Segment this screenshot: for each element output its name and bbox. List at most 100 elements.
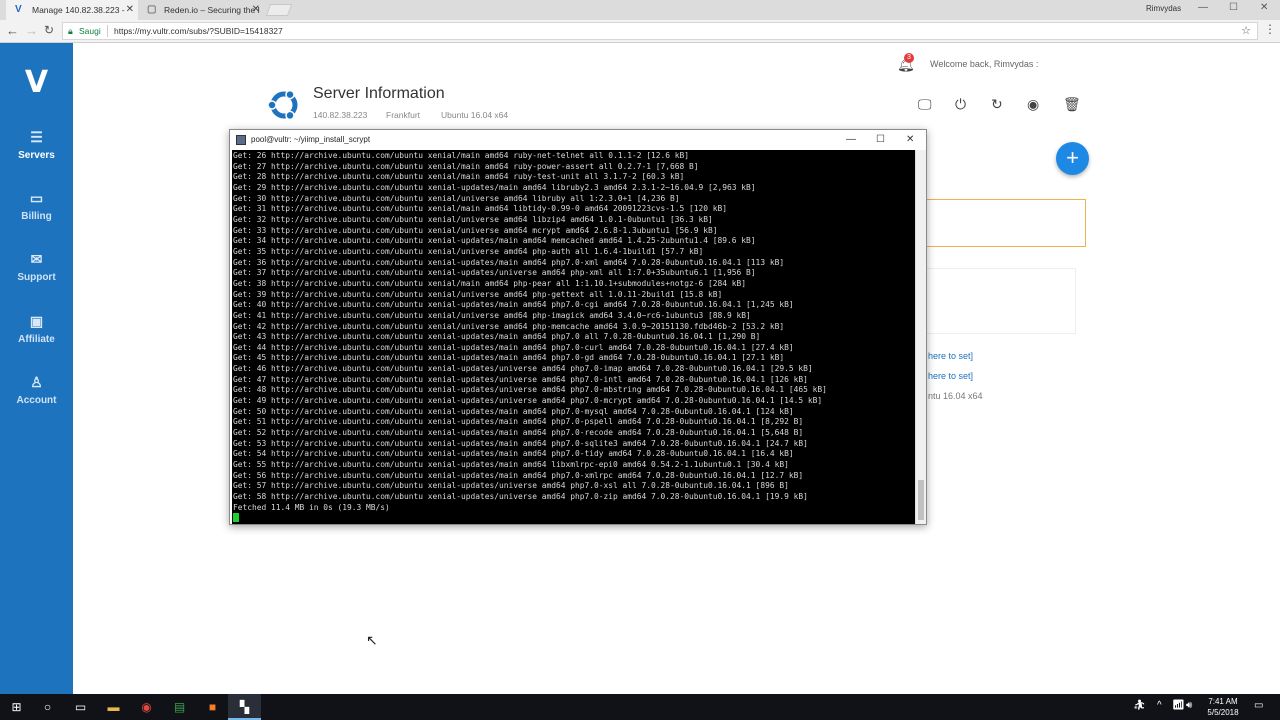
network-icon[interactable]: 📶︎ <box>1172 700 1185 711</box>
close-window-icon[interactable]: ✕ <box>1260 2 1268 13</box>
tab-vultr-manage[interactable]: V Manage 140.82.38.223 - ✕ <box>6 0 138 20</box>
scrollbar-thumb[interactable] <box>918 480 924 520</box>
terminal-line: Get: 48 http://archive.ubuntu.com/ubuntu… <box>233 385 827 395</box>
terminal-line: Get: 37 http://archive.ubuntu.com/ubuntu… <box>233 268 756 278</box>
notification-badge: 3 <box>904 53 914 63</box>
windows-start-icon[interactable]: ⊞ <box>0 694 33 720</box>
terminal-line: Get: 38 http://archive.ubuntu.com/ubuntu… <box>233 278 747 288</box>
chevron-up-icon[interactable]: ^ <box>1157 700 1162 711</box>
terminal-output[interactable]: Get: 26 http://archive.ubuntu.com/ubuntu… <box>232 150 915 524</box>
terminal-line: Get: 41 http://archive.ubuntu.com/ubuntu… <box>233 310 751 320</box>
task-view-icon[interactable]: ▭ <box>64 694 97 720</box>
terminal-window[interactable]: pool@vultr: ~/yiimp_install_scrypt — ☐ ✕… <box>229 129 927 525</box>
window-user-label: Rimvydas <box>1146 4 1182 13</box>
person-icon[interactable]: ⛹︎ <box>1133 700 1146 711</box>
info-panel <box>926 268 1076 334</box>
trash-icon[interactable]: 🗑︎ <box>1063 96 1081 113</box>
terminal-scrollbar[interactable] <box>915 150 926 524</box>
tab-title: Manage 140.82.38.223 - <box>32 5 125 15</box>
terminal-line: Get: 35 http://archive.ubuntu.com/ubuntu… <box>233 246 704 256</box>
terminal-line: Get: 40 http://archive.ubuntu.com/ubuntu… <box>233 300 794 310</box>
tab-close-icon[interactable]: ✕ <box>126 0 134 20</box>
terminal-title-bar[interactable]: pool@vultr: ~/yiimp_install_scrypt — ☐ ✕ <box>230 130 926 150</box>
back-icon[interactable]: ← <box>6 23 19 38</box>
sidebar-item-account[interactable]: ♙ Account <box>0 374 73 406</box>
sidebar-item-billing[interactable]: ▭ Billing <box>0 190 73 222</box>
server-location: Frankfurt <box>386 110 421 120</box>
minimize-icon[interactable]: — <box>1198 2 1208 13</box>
putty-icon[interactable]: ▚ <box>228 694 261 720</box>
url-input[interactable]: 🔒︎ Saugi https://my.vultr.com/subs/?SUBI… <box>62 22 1258 40</box>
mouse-cursor-icon: ↖ <box>366 632 378 648</box>
terminal-line: Get: 52 http://archive.ubuntu.com/ubuntu… <box>233 428 804 438</box>
maximize-icon[interactable]: ☐ <box>876 130 885 150</box>
forward-icon[interactable]: → <box>25 23 38 38</box>
sidebar-item-label: Servers <box>18 150 55 161</box>
address-bar: ← → ↻ 🔒︎ Saugi https://my.vultr.com/subs… <box>0 20 1280 43</box>
terminal-line: Get: 57 http://archive.ubuntu.com/ubuntu… <box>233 481 789 491</box>
terminal-line: Get: 31 http://archive.ubuntu.com/ubuntu… <box>233 204 728 214</box>
sidebar-item-label: Billing <box>21 211 52 222</box>
tab-title: Reden.io – Securing the I <box>164 5 260 15</box>
terminal-line: Get: 34 http://archive.ubuntu.com/ubuntu… <box>233 236 756 246</box>
power-icon[interactable]: ⏻ <box>955 96 966 113</box>
search-icon[interactable]: ○ <box>31 694 64 720</box>
close-icon[interactable]: ✕ <box>906 130 914 150</box>
set-link[interactable]: here to set] <box>928 351 973 361</box>
terminal-line: Get: 45 http://archive.ubuntu.com/ubuntu… <box>233 353 785 363</box>
terminal-line: Get: 26 http://archive.ubuntu.com/ubuntu… <box>233 151 690 160</box>
taskbar: ⊞ ○ ▭ ▬ ◉ ▤ ■ ▚ ⛹︎ ^ 📶︎ 🔊︎ 7:41 AM 5/5/2… <box>0 694 1280 720</box>
tab-reden[interactable]: ▢ Reden.io – Securing the I ✕ <box>138 0 264 20</box>
restart-icon[interactable]: ↻ <box>991 96 1003 113</box>
envelope-icon: ✉ <box>30 251 43 267</box>
add-server-button[interactable]: + <box>1056 142 1089 175</box>
terminal-line: Get: 28 http://archive.ubuntu.com/ubuntu… <box>233 172 685 182</box>
notepad-icon[interactable]: ▤ <box>163 694 196 720</box>
maximize-icon[interactable]: ☐ <box>1229 2 1238 13</box>
page-icon: ▢ <box>147 4 157 15</box>
new-tab-button[interactable] <box>265 4 293 16</box>
terminal-line: Get: 56 http://archive.ubuntu.com/ubuntu… <box>233 470 804 480</box>
terminal-line: Get: 27 http://archive.ubuntu.com/ubuntu… <box>233 161 699 171</box>
server-ip: 140.82.38.223 <box>313 110 368 120</box>
terminal-line: Get: 39 http://archive.ubuntu.com/ubuntu… <box>233 289 723 299</box>
reinstall-icon[interactable]: ◉ <box>1027 96 1039 113</box>
welcome-text[interactable]: Welcome back, Rimvydas : <box>930 59 1038 69</box>
clock-date: 5/5/2018 <box>1207 708 1239 717</box>
terminal-title: pool@vultr: ~/yiimp_install_scrypt <box>251 135 371 144</box>
terminal-cursor <box>233 513 239 523</box>
sidebar-item-label: Account <box>16 395 57 406</box>
notifications-icon[interactable]: ▭ <box>1254 700 1263 711</box>
tab-close-icon[interactable]: ✕ <box>252 0 260 20</box>
url-text: https://my.vultr.com/subs/?SUBID=1541832… <box>114 26 283 36</box>
volume-icon[interactable]: 🔊︎ <box>1186 700 1192 711</box>
reload-icon[interactable]: ↻ <box>44 23 54 37</box>
vultr-icon: V <box>15 4 22 15</box>
set-link[interactable]: here to set] <box>928 371 973 381</box>
sidebar-item-support[interactable]: ✉ Support <box>0 251 73 283</box>
terminal-line: Get: 42 http://archive.ubuntu.com/ubuntu… <box>233 321 785 331</box>
notice-box <box>926 199 1086 247</box>
terminal-line: Fetched 11.4 MB in 0s (19.3 MB/s) <box>233 502 390 512</box>
app-icon[interactable]: ■ <box>196 694 229 720</box>
terminal-line: Get: 58 http://archive.ubuntu.com/ubuntu… <box>233 492 808 501</box>
server-os: Ubuntu 16.04 x64 <box>441 110 509 120</box>
page-title: Server Information <box>313 85 445 102</box>
vultr-logo[interactable]: V <box>0 65 73 100</box>
chrome-icon[interactable]: ◉ <box>130 694 163 720</box>
sidebar-item-servers[interactable]: ☰ Servers <box>0 129 73 161</box>
terminal-line: Get: 33 http://archive.ubuntu.com/ubuntu… <box>233 225 718 235</box>
sidebar-item-affiliate[interactable]: ▣ Affiliate <box>0 313 73 345</box>
clock[interactable]: 7:41 AM 5/5/2018 <box>1200 696 1246 718</box>
terminal-line: Get: 50 http://archive.ubuntu.com/ubuntu… <box>233 406 794 416</box>
browser-menu-icon[interactable]: ⋮ <box>1264 22 1276 36</box>
minimize-icon[interactable]: — <box>846 130 856 150</box>
console-icon[interactable]: 🖵︎ <box>918 96 932 113</box>
sidebar: V ☰ Servers ▭ Billing ✉ Support ▣ Affili… <box>0 43 73 694</box>
affiliate-icon: ▣ <box>29 313 44 329</box>
terminal-line: Get: 46 http://archive.ubuntu.com/ubuntu… <box>233 364 813 374</box>
putty-icon <box>236 135 246 145</box>
bookmark-star-icon[interactable]: ☆ <box>1241 23 1251 39</box>
file-explorer-icon[interactable]: ▬ <box>97 694 130 720</box>
terminal-line: Get: 47 http://archive.ubuntu.com/ubuntu… <box>233 374 808 384</box>
